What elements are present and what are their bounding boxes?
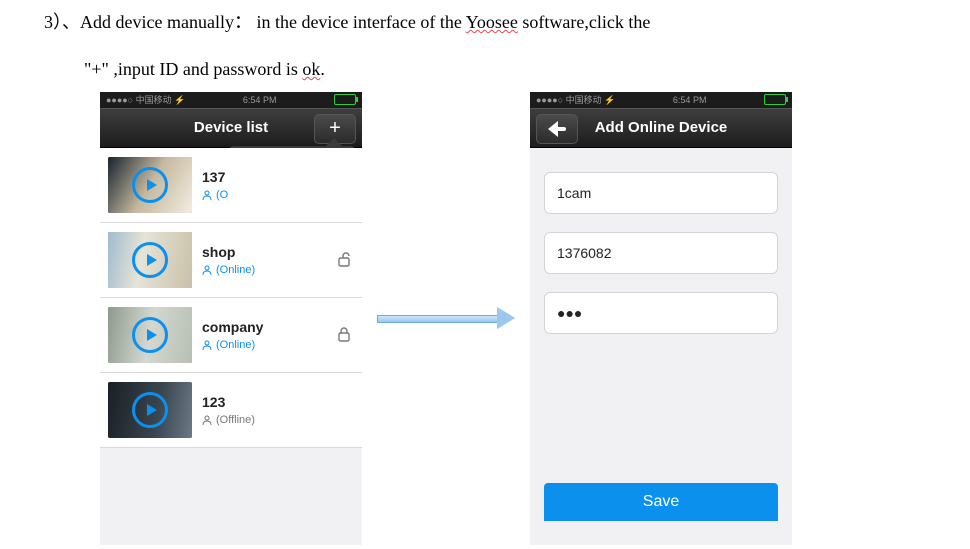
- device-status: (Online): [202, 339, 263, 351]
- device-thumbnail: [108, 382, 192, 438]
- save-label: Save: [643, 493, 679, 511]
- back-arrow-icon: [548, 124, 566, 134]
- add-device-form: 1cam 1376082 ●●● Save: [530, 148, 792, 545]
- lock-icon: [336, 326, 352, 342]
- doc-period: .: [320, 59, 325, 79]
- battery-icon: [334, 94, 356, 105]
- status-carrier: ●●●●○ 中国移动 ⚡: [106, 93, 185, 106]
- device-row[interactable]: company (Online): [100, 298, 362, 373]
- device-status: (Offline): [202, 414, 255, 426]
- arrow-between: [372, 92, 520, 545]
- device-id-field[interactable]: 1376082: [544, 232, 778, 274]
- header-bar: Device list +: [100, 108, 362, 148]
- play-icon: [132, 392, 168, 428]
- save-button[interactable]: Save: [544, 483, 778, 521]
- person-icon: [202, 340, 212, 350]
- device-name: shop: [202, 244, 255, 260]
- person-icon: [202, 415, 212, 425]
- doc-word-ok: ok: [302, 59, 320, 79]
- device-thumbnail: [108, 307, 192, 363]
- right-arrow-icon: [377, 311, 515, 325]
- phone-device-list: ●●●●○ 中国移动 ⚡ 6:54 PM Device list + Smart…: [100, 92, 362, 545]
- person-icon: [202, 265, 212, 275]
- battery-icon: [764, 94, 786, 105]
- device-name-value: 1cam: [557, 185, 591, 201]
- phone-add-device: ●●●●○ 中国移动 ⚡ 6:54 PM Add Online Device 1…: [530, 92, 792, 545]
- play-icon: [132, 167, 168, 203]
- play-icon: [132, 317, 168, 353]
- device-thumbnail: [108, 232, 192, 288]
- unlock-icon: [336, 251, 352, 267]
- page-title: Add Online Device: [595, 119, 728, 136]
- device-password-value: ●●●: [557, 305, 582, 321]
- status-carrier: ●●●●○ 中国移动 ⚡: [536, 93, 615, 106]
- status-time: 6:54 PM: [243, 95, 277, 105]
- figure-row: ●●●●○ 中国移动 ⚡ 6:54 PM Device list + Smart…: [0, 84, 970, 545]
- device-name: company: [202, 319, 263, 335]
- doc-line2-prefix: "+" ,input ID and password is: [84, 59, 302, 79]
- device-name: 137: [202, 169, 228, 185]
- status-bar: ●●●●○ 中国移动 ⚡ 6:54 PM: [530, 92, 792, 108]
- device-status: (Online): [202, 264, 255, 276]
- device-status: (O: [202, 189, 228, 201]
- device-id-value: 1376082: [557, 245, 612, 261]
- device-name-field[interactable]: 1cam: [544, 172, 778, 214]
- device-list: 137 (O shop (Online): [100, 148, 362, 545]
- doc-word-yoosee: Yoosee: [466, 12, 518, 32]
- play-icon: [132, 242, 168, 278]
- back-button[interactable]: [536, 114, 578, 144]
- doc-line1-prefix: 3）、Add device manually： in the device in…: [44, 12, 466, 32]
- instruction-text: 3）、Add device manually： in the device in…: [0, 0, 970, 84]
- device-row[interactable]: shop (Online): [100, 223, 362, 298]
- device-password-field[interactable]: ●●●: [544, 292, 778, 334]
- device-name: 123: [202, 394, 255, 410]
- status-right: [764, 94, 786, 105]
- device-row[interactable]: 123 (Offline): [100, 373, 362, 448]
- status-time: 6:54 PM: [673, 95, 707, 105]
- page-title: Device list: [194, 119, 268, 136]
- status-right: [334, 94, 356, 105]
- device-row[interactable]: 137 (O: [100, 148, 362, 223]
- device-thumbnail: [108, 157, 192, 213]
- doc-line1-suffix: software,click the: [518, 12, 650, 32]
- status-bar: ●●●●○ 中国移动 ⚡ 6:54 PM: [100, 92, 362, 108]
- header-bar: Add Online Device: [530, 108, 792, 148]
- person-icon: [202, 190, 212, 200]
